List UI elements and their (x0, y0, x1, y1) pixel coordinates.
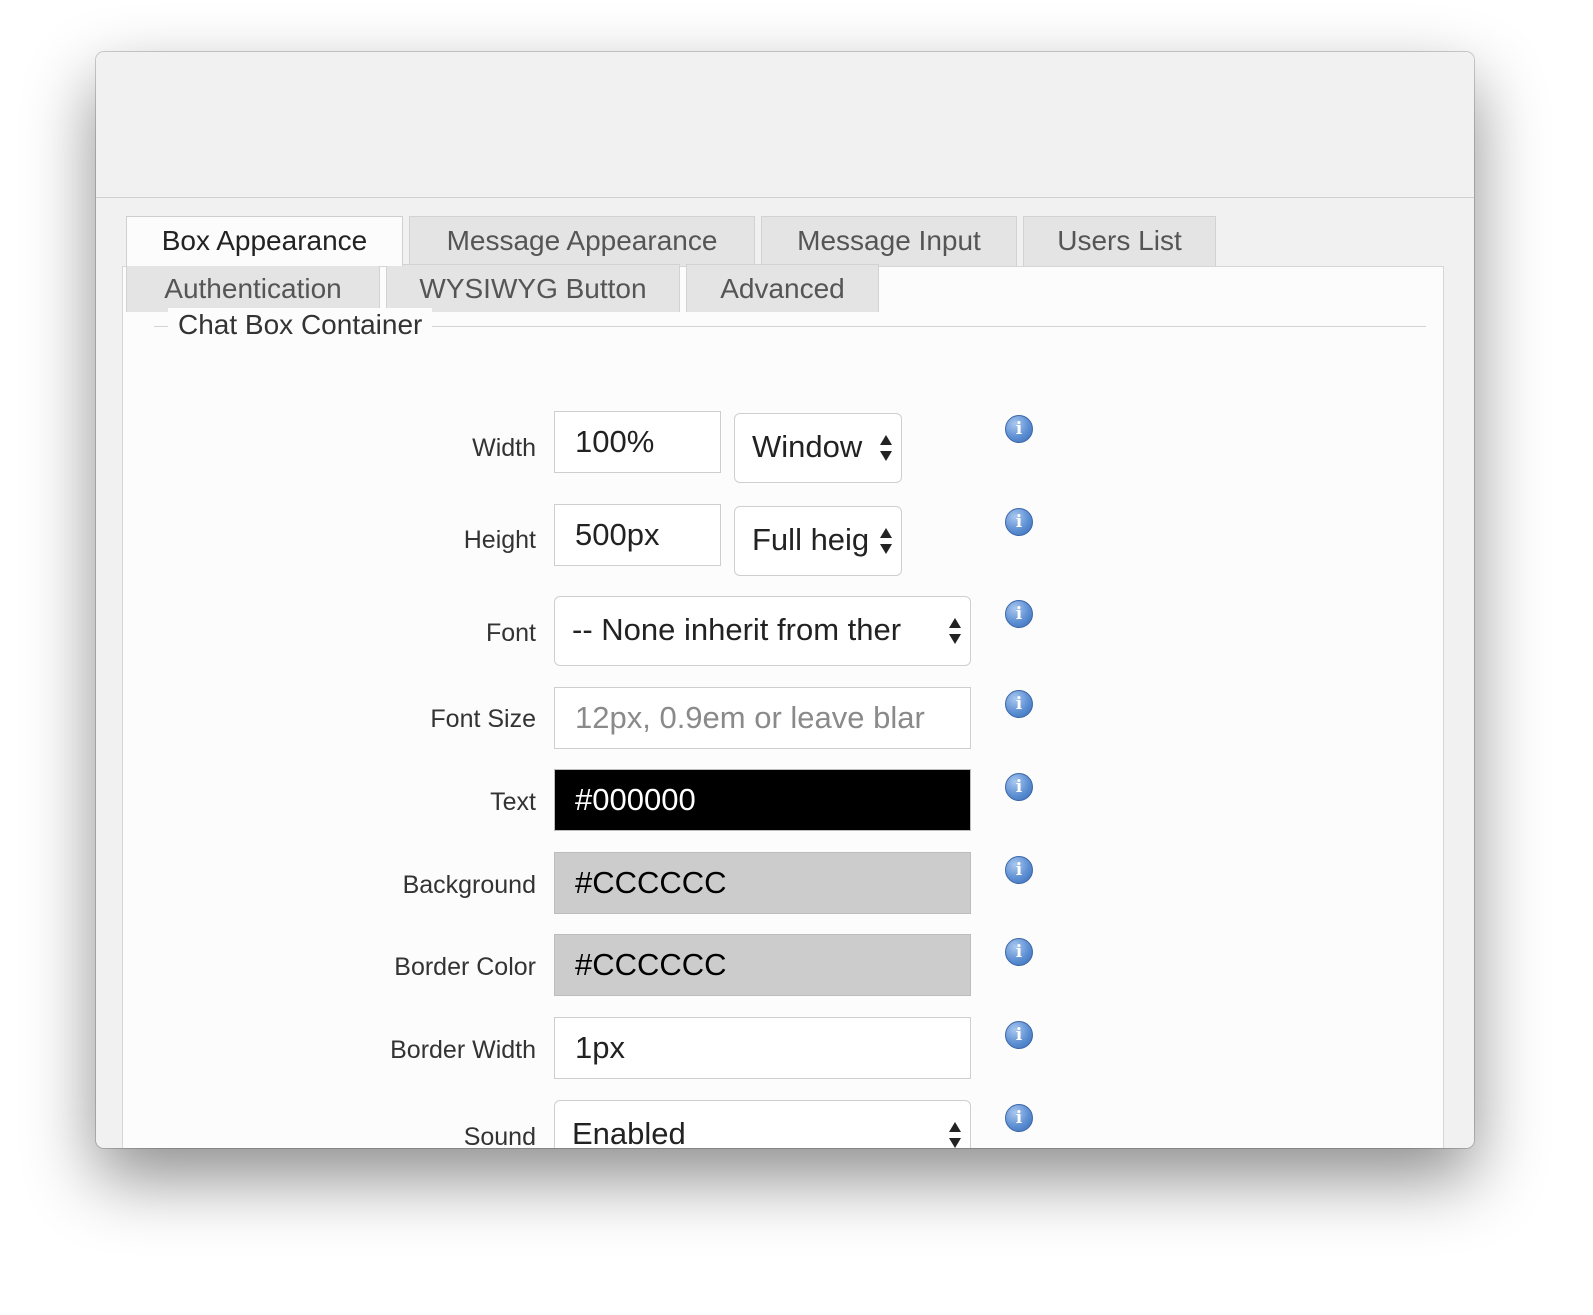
height-input[interactable] (554, 504, 721, 566)
tab-users-list[interactable]: Users List (1023, 216, 1216, 266)
select-arrows-icon (878, 433, 894, 463)
background-color-label: Background (402, 871, 536, 899)
width-label: Width (472, 434, 536, 462)
info-icon[interactable]: i (1005, 690, 1033, 718)
tab-advanced[interactable]: Advanced (686, 264, 879, 312)
background-color-input[interactable] (554, 852, 971, 914)
tab-message-input[interactable]: Message Input (761, 216, 1017, 266)
info-icon[interactable]: i (1005, 415, 1033, 443)
sound-select[interactable]: Enabled (554, 1100, 971, 1148)
height-label: Height (463, 526, 536, 554)
select-arrows-icon (947, 1120, 963, 1148)
tab-wysiwyg-button[interactable]: WYSIWYG Button (386, 264, 680, 312)
sound-label: Sound (463, 1123, 536, 1148)
title-bar (96, 52, 1474, 198)
width-unit-select[interactable]: Window (734, 413, 902, 483)
sound-value: Enabled (572, 1116, 686, 1148)
font-label: Font (485, 619, 536, 647)
fieldset-legend: Chat Box Container (168, 308, 433, 342)
text-color-label: Text (490, 788, 536, 816)
tab-box-appearance[interactable]: Box Appearance (126, 216, 403, 266)
border-width-label: Border Width (390, 1036, 536, 1064)
info-icon[interactable]: i (1005, 773, 1033, 801)
width-input[interactable] (554, 411, 721, 473)
font-value: -- None inherit from ther (572, 612, 902, 647)
info-icon[interactable]: i (1005, 1021, 1033, 1049)
border-width-input[interactable] (554, 1017, 971, 1079)
height-unit-select[interactable]: Full heig (734, 506, 902, 576)
app-window: Box Appearance Message Appearance Messag… (96, 52, 1474, 1148)
font-size-input[interactable] (554, 687, 971, 749)
font-select[interactable]: -- None inherit from ther (554, 596, 971, 666)
text-color-input[interactable] (554, 769, 971, 831)
info-icon[interactable]: i (1005, 508, 1033, 536)
info-icon[interactable]: i (1005, 1104, 1033, 1132)
tab-authentication[interactable]: Authentication (126, 264, 380, 312)
info-icon[interactable]: i (1005, 600, 1033, 628)
select-arrows-icon (947, 616, 963, 646)
border-color-label: Border Color (394, 953, 536, 981)
info-icon[interactable]: i (1005, 856, 1033, 884)
border-color-input[interactable] (554, 934, 971, 996)
settings-content: Box Appearance Message Appearance Messag… (96, 198, 1474, 1148)
info-icon[interactable]: i (1005, 938, 1033, 966)
tab-message-appearance[interactable]: Message Appearance (409, 216, 755, 266)
font-size-label: Font Size (430, 705, 536, 733)
select-arrows-icon (878, 526, 894, 556)
